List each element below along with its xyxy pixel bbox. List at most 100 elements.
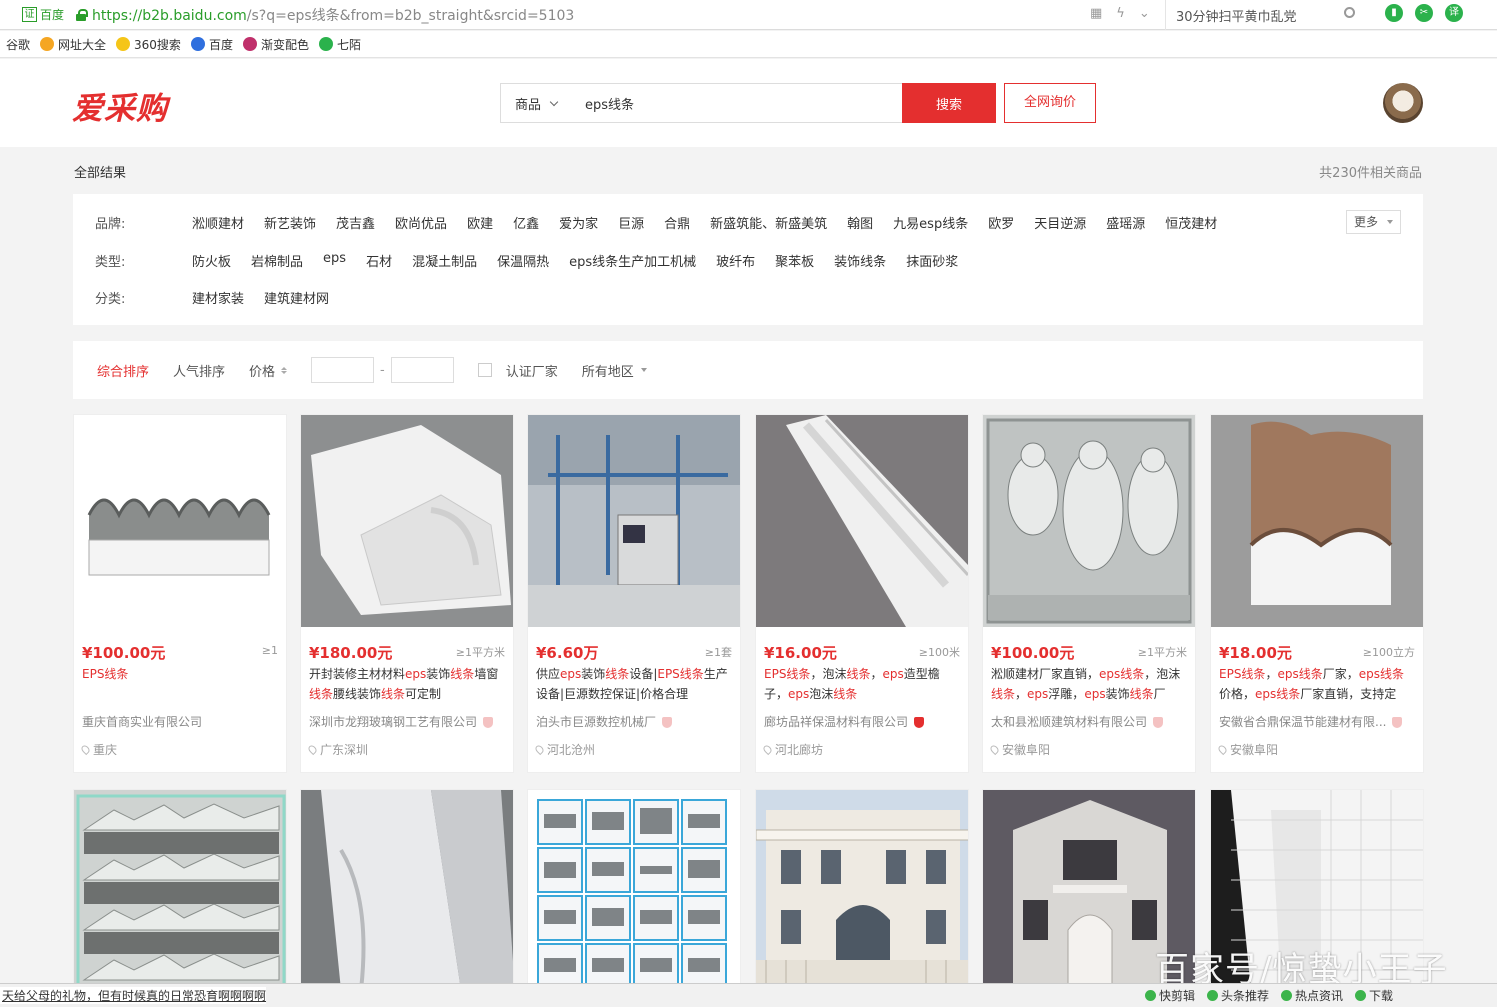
certified-checkbox[interactable]: [477, 363, 492, 377]
bookmark-item[interactable]: 谷歌: [6, 36, 30, 53]
type-option[interactable]: 岩棉制品: [251, 251, 303, 270]
search-input[interactable]: [581, 84, 902, 122]
product-title[interactable]: EPS线条，泡沫线条，eps造型檐子，eps泡沫线条: [764, 664, 960, 704]
scissors-ext-icon[interactable]: ✂: [1415, 4, 1433, 22]
chevron-down-icon[interactable]: ⌄: [1139, 6, 1150, 21]
product-image[interactable]: [983, 415, 1195, 627]
baidu-paw-icon: [190, 37, 205, 51]
region-dropdown[interactable]: 所有地区: [582, 361, 647, 380]
type-option[interactable]: 抹面砂浆: [906, 251, 958, 270]
sort-popularity[interactable]: 人气排序: [173, 361, 225, 380]
more-brands-button[interactable]: 更多: [1346, 210, 1401, 234]
product-card[interactable]: ¥180.00元 ≥1平方米 开封装修主材材料eps装饰线条墙窗线条腰线装饰线条可定…: [300, 414, 514, 773]
status-tool-item[interactable]: 头条推荐: [1207, 987, 1269, 1004]
search-button[interactable]: 搜索: [902, 83, 996, 123]
brand-option[interactable]: 翰图: [847, 213, 873, 232]
product-image[interactable]: [74, 415, 286, 627]
status-tool-item[interactable]: 下载: [1355, 987, 1393, 1004]
brand-option[interactable]: 盛瑶源: [1106, 213, 1145, 232]
brand-option[interactable]: 天目逆源: [1034, 213, 1086, 232]
address-bar[interactable]: 证 百度 https://b2b.baidu.com/s?q=eps线条&fro…: [0, 0, 1497, 30]
brand-option[interactable]: 亿鑫: [513, 213, 539, 232]
brand-option[interactable]: 新艺装饰: [264, 213, 316, 232]
brand-option[interactable]: 欧尚优品: [395, 213, 447, 232]
certified-label[interactable]: 认证厂家: [506, 361, 558, 380]
price-min-input[interactable]: [311, 357, 375, 383]
type-option[interactable]: eps线条生产加工机械: [569, 251, 696, 270]
company-name[interactable]: 太和县淞顺建筑材料有限公司: [991, 713, 1187, 730]
type-option[interactable]: 装饰线条: [834, 251, 886, 270]
bookmark-item[interactable]: 百度: [190, 36, 233, 53]
product-card[interactable]: ¥18.00元 ≥100立方 EPS线条，eps线条厂家，eps线条价格，eps线条…: [1210, 414, 1424, 773]
product-title[interactable]: 开封装修主材材料eps装饰线条墙窗线条腰线装饰线条可定制: [309, 664, 505, 704]
type-option[interactable]: 保温隔热: [497, 251, 549, 270]
search-category-dropdown[interactable]: 商品: [501, 94, 581, 113]
price-max-input[interactable]: [390, 357, 454, 383]
reader-ext-icon[interactable]: ▮: [1385, 4, 1403, 22]
bookmark-item[interactable]: 渐变配色: [242, 36, 309, 53]
product-title[interactable]: 供应eps装饰线条设备|EPS线条生产设备|巨源数控保证|价格合理: [536, 664, 732, 704]
brand-option[interactable]: 爱为家: [559, 213, 598, 232]
certificate-badge[interactable]: 证 百度: [22, 6, 64, 23]
sort-price[interactable]: 价格: [249, 361, 288, 380]
product-image[interactable]: [1211, 415, 1423, 627]
type-option[interactable]: 混凝土制品: [412, 251, 477, 270]
brand-option[interactable]: 欧罗: [988, 213, 1014, 232]
product-card[interactable]: ¥100.00元 ≥1 EPS线条 重庆首商实业有限公司 重庆: [73, 414, 287, 773]
product-title[interactable]: EPS线条: [82, 664, 278, 704]
type-option[interactable]: 玻纤布: [716, 251, 755, 270]
inquiry-button[interactable]: 全网询价: [1004, 83, 1096, 123]
product-card-partial[interactable]: [73, 789, 287, 989]
product-title[interactable]: 淞顺建材厂家直销，eps线条，泡沫线条，eps浮雕，eps装饰线条厂家...: [991, 664, 1187, 704]
type-option[interactable]: 石材: [366, 251, 392, 270]
brand-option[interactable]: 茂吉鑫: [336, 213, 375, 232]
category-option[interactable]: 建材家装: [192, 288, 244, 307]
brand-option[interactable]: 淞顺建材: [192, 213, 244, 232]
avatar[interactable]: [1383, 83, 1423, 123]
product-card-partial[interactable]: [527, 789, 741, 989]
bookmark-item[interactable]: 360搜索: [116, 36, 181, 53]
brand-option[interactable]: 合鼎: [664, 213, 690, 232]
category-option[interactable]: 建筑建材网: [264, 288, 329, 307]
product-card[interactable]: ¥100.00元 ≥1平方米 淞顺建材厂家直销，eps线条，泡沫线条，eps浮雕，e…: [982, 414, 1196, 773]
status-link-text[interactable]: 天给父母的礼物，但有时候真的日常恐育啊啊啊啊: [0, 987, 267, 1004]
translate-ext-icon[interactable]: 译: [1445, 4, 1463, 22]
sort-comprehensive[interactable]: 综合排序: [97, 361, 149, 380]
type-options: 防火板 岩棉制品 eps 石材 混凝土制品 保温隔热 eps线条生产加工机械 玻纤布 聚苯板 装饰…: [192, 251, 958, 270]
brand-option[interactable]: 欧建: [467, 213, 493, 232]
status-tool-icon: [1207, 990, 1219, 1001]
type-option[interactable]: eps: [323, 251, 346, 270]
product-card[interactable]: ¥16.00元 ≥100米 EPS线条，泡沫线条，eps造型檐子，eps泡沫线条 廊坊…: [755, 414, 969, 773]
type-option[interactable]: 防火板: [192, 251, 231, 270]
url-text[interactable]: https://b2b.baidu.com/s?q=eps线条&from=b2b…: [92, 5, 574, 25]
product-image[interactable]: [756, 415, 968, 627]
product-card[interactable]: ¥6.60万 ≥1套 供应eps装饰线条设备|EPS线条生产设备|巨源数控保证|价格…: [527, 414, 741, 773]
bolt-icon[interactable]: ϟ: [1116, 6, 1125, 21]
browser-search-box[interactable]: 30分钟扫平黄巾乱党: [1165, 0, 1365, 30]
company-name[interactable]: 深圳市龙翔玻璃钢工艺有限公司: [309, 713, 505, 730]
product-image[interactable]: [528, 415, 740, 627]
company-name[interactable]: 泊头市巨源数控机械厂: [536, 713, 732, 730]
product-card-partial[interactable]: [300, 789, 514, 989]
search-icon[interactable]: [1344, 7, 1355, 18]
status-tool-item[interactable]: 热点资讯: [1281, 987, 1343, 1004]
status-tool-item[interactable]: 快剪辑: [1145, 987, 1195, 1004]
type-option[interactable]: 聚苯板: [775, 251, 814, 270]
site-logo[interactable]: 爱采购: [72, 83, 168, 128]
bookmark-item[interactable]: 网址大全: [40, 36, 106, 53]
company-name[interactable]: 重庆首商实业有限公司: [82, 713, 278, 730]
product-title[interactable]: EPS线条，eps线条厂家，eps线条价格，eps线条厂家直销，支持定制...: [1219, 664, 1415, 704]
brand-option[interactable]: 新盛筑能、新盛美筑: [710, 213, 827, 232]
bookmark-item[interactable]: 七陌: [318, 36, 361, 53]
brand-option[interactable]: 巨源: [618, 213, 644, 232]
brand-option[interactable]: 九易esp线条: [893, 213, 968, 232]
company-name[interactable]: 安徽省合鼎保温节能建材有限...: [1219, 713, 1415, 730]
brand-option[interactable]: 恒茂建材: [1165, 213, 1217, 232]
grid-icon[interactable]: ▦: [1090, 6, 1102, 21]
min-order: ≥1套: [704, 646, 732, 659]
gradient-icon: [242, 37, 257, 51]
site-header: 爱采购 商品 搜索 全网询价: [0, 59, 1497, 147]
product-image[interactable]: [301, 415, 513, 627]
product-card-partial[interactable]: [755, 789, 969, 989]
company-name[interactable]: 廊坊品祥保温材料有限公司: [764, 713, 960, 730]
